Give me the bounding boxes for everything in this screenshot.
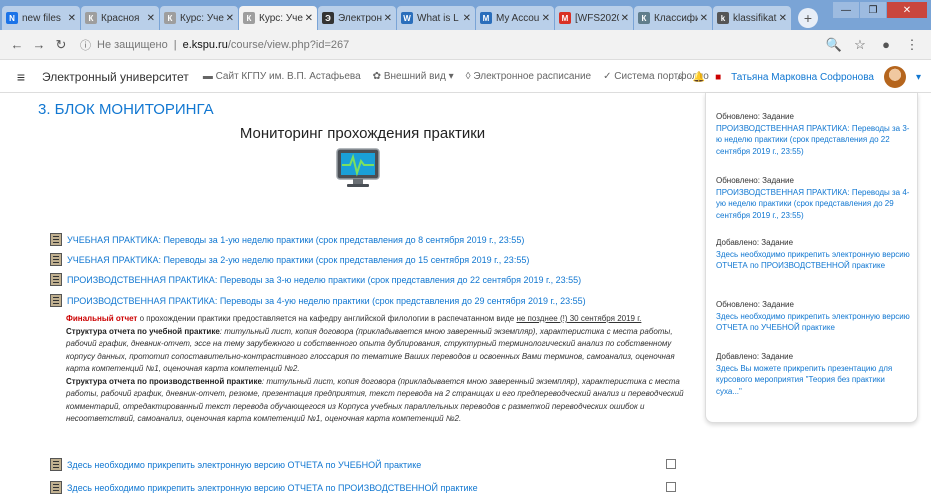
reload-icon[interactable]: ↻: [50, 37, 72, 53]
tab-favicon-icon: К: [638, 12, 650, 24]
activity-link[interactable]: УЧЕБНАЯ ПРАКТИКА: Переводы за 2-ую недел…: [50, 253, 529, 266]
browser-tab[interactable]: К Классифи ✕: [634, 6, 712, 30]
monitoring-title: Мониторинг прохождения практики: [239, 125, 486, 142]
recent-activity-block: Обновлено: Задание ПРОИЗВОДСТВЕННАЯ ПРАКТ…: [705, 93, 918, 423]
upload-assignment-link[interactable]: Здесь необходимо прикрепить электронную …: [50, 481, 478, 494]
browser-tab[interactable]: Э Электрон ✕: [318, 6, 396, 30]
tab-label: klassifikat: [733, 12, 777, 24]
tab-favicon-icon: К: [85, 12, 97, 24]
course-section: 3. БЛОК МОНИТОРИНГА Мониторинг прохожден…: [30, 93, 695, 502]
close-icon[interactable]: ✕: [621, 13, 629, 24]
moodle-navbar: ≡ Электронный университет ▬ Сайт КГПУ им…: [0, 61, 931, 93]
browser-tab[interactable]: M [WFS2020 ✕: [555, 6, 633, 30]
assignment-icon: [50, 294, 62, 307]
url-field[interactable]: ⓘ Не защищено | e.kspu.ru/course/view.ph…: [80, 34, 813, 56]
tab-label: What is L: [417, 12, 459, 24]
nav-link-appearance[interactable]: ✿ Внешний вид ▾: [373, 71, 454, 82]
message-icon[interactable]: ■: [715, 72, 721, 83]
maximize-button[interactable]: ❐: [860, 2, 886, 18]
recent-event: Обновлено: Задание Здесь необходимо прикр…: [716, 300, 910, 332]
site-name[interactable]: Электронный университет: [42, 70, 189, 84]
tab-label: Красноя: [101, 12, 140, 24]
tab-label: Курс: Учеб: [259, 12, 303, 24]
user-name[interactable]: Татьяна Марковна Софронова: [731, 72, 874, 83]
tab-favicon-icon: W: [401, 12, 413, 24]
close-icon[interactable]: ✕: [226, 13, 234, 24]
hamburger-icon[interactable]: ≡: [0, 69, 42, 85]
activity-link[interactable]: УЧЕБНАЯ ПРАКТИКА: Переводы за 1-ую недел…: [50, 233, 524, 246]
section-title: 3. БЛОК МОНИТОРИНГА: [38, 101, 214, 118]
info-icon[interactable]: ⓘ: [80, 37, 91, 53]
completion-checkbox[interactable]: [666, 482, 676, 492]
report-description: Финальный отчет о прохождении практики п…: [66, 314, 684, 423]
address-bar: ← → ↻ ⓘ Не защищено | e.kspu.ru/course/v…: [0, 30, 931, 60]
back-icon[interactable]: ←: [6, 37, 28, 52]
assignment-icon: [50, 481, 62, 494]
profile-icon[interactable]: ●: [873, 37, 899, 52]
user-area: ⌕ 🔔 ■ Татьяна Марковна Софронова ▾: [677, 61, 931, 93]
url-domain: e.kspu.ru: [182, 38, 228, 51]
bookmark-star-icon[interactable]: ☆: [847, 37, 873, 53]
security-label: Не защищено: [97, 38, 168, 51]
tab-label: [WFS2020: [575, 12, 619, 24]
tab-label: My Accou: [496, 12, 540, 24]
close-icon[interactable]: ✕: [700, 13, 708, 24]
window-controls: — ❐ ✕: [832, 2, 927, 18]
search-icon[interactable]: ⌕: [677, 72, 683, 83]
chevron-down-icon[interactable]: ▾: [916, 72, 921, 83]
assignment-icon: [50, 273, 62, 286]
tab-favicon-icon: К: [164, 12, 176, 24]
tab-favicon-icon: k: [717, 12, 729, 24]
minimize-button[interactable]: —: [833, 2, 859, 18]
new-tab-button[interactable]: +: [798, 8, 818, 28]
menu-dots-icon[interactable]: ⋮: [899, 37, 925, 53]
monitor-icon: [336, 148, 380, 187]
browser-tab[interactable]: M My Accou ✕: [476, 6, 554, 30]
close-icon[interactable]: ✕: [305, 13, 313, 24]
completion-checkbox[interactable]: [666, 459, 676, 469]
forward-icon[interactable]: →: [28, 37, 50, 52]
browser-tab-active[interactable]: К Курс: Учеб✕: [239, 6, 317, 30]
nav-link-kspu[interactable]: ▬ Сайт КГПУ им. В.П. Астафьева: [203, 71, 361, 82]
tab-label: Курс: Учеб: [180, 12, 224, 24]
close-icon[interactable]: ✕: [147, 13, 155, 24]
browser-tab[interactable]: Nnew files ✕: [2, 6, 80, 30]
browser-tab-strip: Nnew files✕ ККрасноя✕ ККурс: Учеб✕ ККурс…: [0, 0, 931, 30]
activity-link[interactable]: ПРОИЗВОДСТВЕННАЯ ПРАКТИКА: Переводы за 3…: [50, 273, 581, 286]
close-icon[interactable]: ✕: [384, 13, 392, 24]
browser-tab[interactable]: К Красноя ✕: [81, 6, 159, 30]
assignment-icon: [50, 458, 62, 471]
assignment-icon: [50, 233, 62, 246]
recent-event: Добавлено: Задание Здесь необходимо прикр…: [716, 238, 910, 270]
tab-label: Классифи: [654, 12, 698, 24]
assignment-icon: [50, 253, 62, 266]
bell-icon[interactable]: 🔔: [693, 72, 705, 83]
recent-event: Обновлено: Задание ПРОИЗВОДСТВЕННАЯ ПРАКТ…: [716, 112, 910, 156]
browser-tab[interactable]: К Курс: Учеб✕: [160, 6, 238, 30]
tab-label: new files: [22, 12, 61, 24]
browser-tab[interactable]: W What is L ✕: [397, 6, 475, 30]
tab-favicon-icon: Э: [322, 12, 334, 24]
close-icon[interactable]: ✕: [68, 13, 76, 24]
page-content: 3. БЛОК МОНИТОРИНГА Мониторинг прохожден…: [0, 93, 931, 502]
nav-link-schedule[interactable]: ◊ Электронное расписание: [466, 71, 591, 82]
url-path: /course/view.php?id=267: [227, 38, 350, 51]
upload-assignment-link[interactable]: Здесь необходимо прикрепить электронную …: [50, 458, 421, 471]
tab-favicon-icon: M: [559, 12, 571, 24]
close-icon[interactable]: ✕: [542, 13, 550, 24]
tab-favicon-icon: M: [480, 12, 492, 24]
close-window-button[interactable]: ✕: [887, 2, 927, 18]
tab-favicon-icon: N: [6, 12, 18, 24]
activity-link[interactable]: ПРОИЗВОДСТВЕННАЯ ПРАКТИКА: Переводы за 4…: [50, 294, 586, 307]
zoom-icon[interactable]: 🔍: [821, 37, 847, 53]
close-icon[interactable]: ✕: [463, 13, 471, 24]
avatar[interactable]: [883, 66, 906, 88]
tab-favicon-icon: К: [243, 12, 255, 24]
close-icon[interactable]: ✕: [779, 13, 787, 24]
tab-label: Электрон: [338, 12, 382, 24]
recent-event: Обновлено: Задание ПРОИЗВОДСТВЕННАЯ ПРАКТ…: [716, 176, 910, 220]
recent-event: Добавлено: Задание Здесь Вы можете прикре…: [716, 352, 893, 396]
browser-tab[interactable]: k klassifikat ✕: [713, 6, 791, 30]
